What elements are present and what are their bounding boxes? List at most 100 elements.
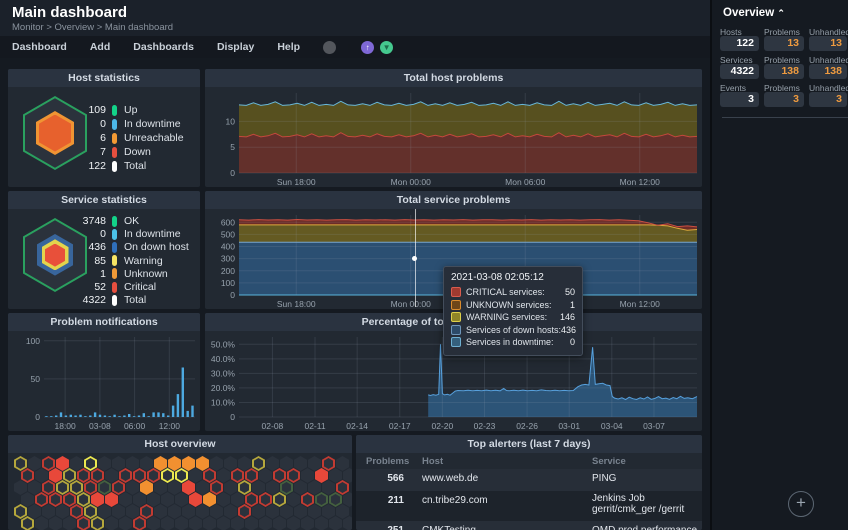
tooltip-label: CRITICAL services: [466, 287, 545, 298]
svg-text:0: 0 [230, 290, 235, 300]
sidebar-stat-box-events-total[interactable]: 3 [720, 92, 759, 107]
stat-label: Unknown [124, 267, 168, 280]
host-stat-row: 0 In downtime [70, 118, 180, 130]
stat-label: Warning [124, 254, 163, 267]
tooltip-label: UNKNOWN services: [466, 299, 552, 310]
svg-text:10.0%: 10.0% [211, 397, 236, 407]
host-hex-ok [28, 456, 41, 471]
tooltip-value: 436 [561, 324, 577, 335]
cell-host[interactable]: www.web.de [422, 473, 582, 484]
host-hex-ok [224, 504, 237, 519]
table-row[interactable]: 251 CMKTesting OMD prod performance [356, 521, 702, 530]
sidebar-stat-box-services-problems[interactable]: 138 [764, 64, 804, 79]
host-hex-ok [203, 516, 216, 530]
svg-text:02-11: 02-11 [304, 421, 325, 431]
svg-text:Mon 06:00: Mon 06:00 [505, 177, 545, 187]
filter-icon[interactable]: ▼ [380, 40, 394, 54]
host-hex-unreachable [203, 492, 216, 507]
breadcrumb: Monitor > Overview > Main dashboard [12, 22, 174, 33]
host-hex-ok [252, 504, 265, 519]
tooltip-value: 50 [564, 287, 575, 298]
svg-text:03-08: 03-08 [89, 421, 111, 431]
tooltip-swatch [451, 312, 461, 323]
cell-host[interactable]: CMKTesting [422, 525, 582, 530]
table-row[interactable]: 566 www.web.de PING [356, 469, 702, 491]
host-hex-ok [28, 504, 41, 519]
stat-color-pill [112, 241, 117, 253]
host-hex-ok [329, 468, 342, 483]
svg-text:02-17: 02-17 [389, 421, 411, 431]
host-hex-ok [196, 504, 209, 519]
sidebar-stat-box-events-unhandled[interactable]: 3 [809, 92, 847, 107]
host-hex-down [105, 492, 118, 507]
svg-text:500: 500 [221, 229, 235, 239]
sidebar-stat-box-hosts-unhandled[interactable]: 13 [809, 36, 847, 51]
host-hex-ok [126, 504, 139, 519]
host-hex-ok [210, 504, 223, 519]
host-hex-ok [196, 480, 209, 495]
tooltip-swatch [451, 337, 461, 348]
host-hex-down [182, 480, 195, 495]
sidebar-stat-box-hosts-total[interactable]: 122 [720, 36, 759, 51]
problem-notifications-chart: 0 50 100 18:00 03-08 06:00 12:00 [26, 336, 195, 431]
host-hex-ok [217, 468, 230, 483]
collapse-icon: ⌃ [777, 8, 785, 18]
svg-text:Sun 18:00: Sun 18:00 [277, 177, 316, 187]
panel-host-overview: Host overview [8, 435, 352, 530]
cell-service[interactable]: OMD prod performance [592, 525, 698, 530]
menu-item-dashboards[interactable]: Dashboards [133, 41, 194, 53]
host-hex-unreachable [196, 456, 209, 471]
host-hex-ok [259, 468, 272, 483]
cell-service[interactable]: PING [592, 473, 698, 484]
cell-host[interactable]: cn.tribe29.com [422, 495, 582, 506]
host-hex-ok [182, 504, 195, 519]
menu-item-display[interactable]: Display [217, 41, 254, 53]
host-hex-unreachable [168, 456, 181, 471]
add-button[interactable]: + [788, 491, 814, 517]
stat-value: 6 [100, 132, 106, 144]
host-hex-down [49, 468, 62, 483]
update-arrow-icon[interactable]: ↑ [361, 40, 375, 54]
host-hex-ok [161, 516, 174, 530]
globe-icon[interactable] [323, 40, 337, 54]
host-stat-row: 109 Up [70, 104, 137, 116]
tooltip-row: UNKNOWN services: 1 [451, 299, 575, 312]
host-hex-ok [329, 516, 342, 530]
sidebar-stat-box-events-problems[interactable]: 3 [764, 92, 804, 107]
host-hex-ok [147, 516, 160, 530]
svg-text:5: 5 [230, 142, 235, 152]
host-hex-ok [322, 480, 335, 495]
service-stat-row: 436 On down host [70, 241, 188, 253]
stat-value: 4322 [82, 294, 106, 307]
host-hex-ok [35, 468, 48, 483]
host-hex-ok [266, 456, 279, 471]
svg-text:Mon 12:00: Mon 12:00 [620, 177, 660, 187]
page-header: Main dashboard Monitor > Overview > Main… [0, 0, 710, 36]
svg-text:Mon 00:00: Mon 00:00 [391, 299, 431, 309]
sidebar-stat-box-hosts-problems[interactable]: 13 [764, 36, 804, 51]
sidebar-stat-box-services-total[interactable]: 4322 [720, 64, 759, 79]
stat-color-pill [112, 268, 117, 280]
menu-item-dashboard[interactable]: Dashboard [12, 41, 67, 53]
menu-item-help[interactable]: Help [277, 41, 300, 53]
table-row[interactable]: 211 cn.tribe29.com Jenkins Job gerrit/cmk_… [356, 491, 702, 521]
svg-text:02-14: 02-14 [346, 421, 368, 431]
host-hex-ok [336, 456, 349, 471]
host-hex-ok [280, 456, 293, 471]
menu-item-add[interactable]: Add [90, 41, 110, 53]
stat-label: OK [124, 215, 140, 227]
stat-value: 1 [100, 267, 106, 280]
stat-color-pill [112, 281, 117, 293]
tooltip-value: 0 [569, 337, 575, 348]
cell-service[interactable]: Jenkins Job gerrit/cmk_ger /gerrit [592, 493, 698, 515]
top-alerters-table: Problems Host Service 566 www.web.de PING 211 c… [356, 453, 702, 530]
sidebar-overview-header[interactable]: Overview ⌃ [723, 7, 785, 19]
warning-triangle-icon[interactable]: ! [342, 41, 355, 53]
svg-text:0: 0 [35, 412, 40, 422]
stat-value: 0 [100, 228, 106, 241]
svg-text:20.0%: 20.0% [211, 383, 236, 393]
page-title: Main dashboard [12, 4, 128, 21]
stat-value: 85 [94, 254, 106, 267]
sidebar-stat-box-services-unhandled[interactable]: 138 [809, 64, 847, 79]
host-hex-ok [287, 516, 300, 530]
